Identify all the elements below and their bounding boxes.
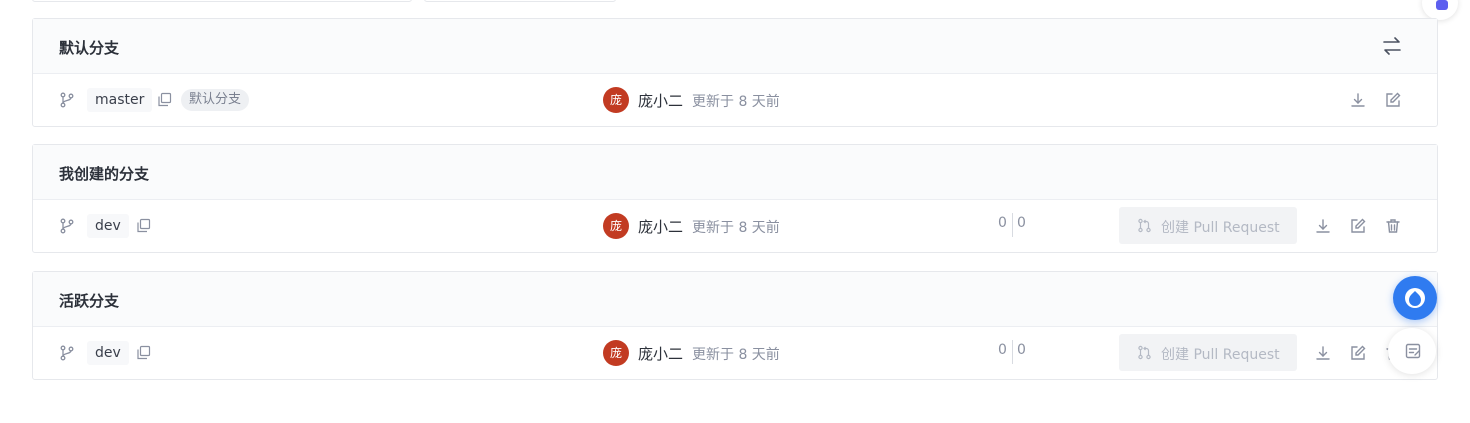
copy-icon[interactable] xyxy=(136,345,151,360)
updated-time: 更新于 8 天前 xyxy=(692,220,780,236)
copy-icon[interactable] xyxy=(157,92,172,107)
branch-row: dev 庞 庞小二 更新于 8 天前 0 0 创建 Pull Request xyxy=(33,327,1437,379)
create-pull-request-label: 创建 Pull Request xyxy=(1161,347,1280,363)
trash-icon[interactable] xyxy=(1384,217,1402,235)
branch-row: master 默认分支 庞 庞小二 更新于 8 天前 xyxy=(33,74,1437,126)
top-toolbar-field-secondary[interactable] xyxy=(424,0,616,2)
commits-behind-count: 0 xyxy=(1017,342,1026,358)
feedback-icon xyxy=(1405,343,1421,359)
divider xyxy=(1012,213,1013,237)
pull-request-icon xyxy=(1138,218,1151,233)
section-header: 我创建的分支 xyxy=(33,145,1437,200)
create-pull-request-button[interactable]: 创建 Pull Request xyxy=(1119,334,1297,371)
download-icon[interactable] xyxy=(1314,344,1332,362)
default-branch-section: 默认分支 master 默认分支 庞 庞小二 更新于 8 天前 xyxy=(32,18,1438,127)
branch-name-link[interactable]: dev xyxy=(87,214,129,238)
assistant-floating-button[interactable] xyxy=(1393,276,1437,320)
create-pull-request-button[interactable]: 创建 Pull Request xyxy=(1119,207,1297,244)
avatar: 庞 xyxy=(603,213,629,239)
section-header: 默认分支 xyxy=(33,19,1437,74)
commits-ahead-count: 0 xyxy=(998,342,1007,358)
download-icon[interactable] xyxy=(1314,217,1332,235)
branch-name-link[interactable]: master xyxy=(87,88,153,112)
git-branch-icon xyxy=(60,345,74,361)
branch-row: dev 庞 庞小二 更新于 8 天前 0 0 创建 Pull Request xyxy=(33,200,1437,252)
author-name[interactable]: 庞小二 xyxy=(638,216,683,237)
author-name[interactable]: 庞小二 xyxy=(638,90,683,111)
avatar: 庞 xyxy=(603,340,629,366)
corner-icon xyxy=(1436,0,1448,10)
section-title: 活跃分支 xyxy=(59,292,120,310)
create-pull-request-label: 创建 Pull Request xyxy=(1161,220,1280,236)
commits-behind-count: 0 xyxy=(1017,215,1026,231)
git-branch-icon xyxy=(60,218,74,234)
active-branches-section: 活跃分支 dev 庞 庞小二 更新于 8 天前 0 0 创建 Pull Requ… xyxy=(32,271,1438,380)
branch-name-link[interactable]: dev xyxy=(87,341,129,365)
edit-icon[interactable] xyxy=(1349,217,1367,235)
edit-icon[interactable] xyxy=(1349,344,1367,362)
updated-time: 更新于 8 天前 xyxy=(692,94,780,110)
updated-time: 更新于 8 天前 xyxy=(692,347,780,363)
download-icon[interactable] xyxy=(1349,91,1367,109)
top-toolbar-field[interactable] xyxy=(32,0,412,2)
pull-request-icon xyxy=(1138,345,1151,360)
feedback-floating-button[interactable] xyxy=(1388,328,1436,374)
divider xyxy=(1012,340,1013,364)
section-title: 我创建的分支 xyxy=(59,165,150,183)
git-branch-icon xyxy=(60,92,74,108)
commits-ahead-count: 0 xyxy=(998,215,1007,231)
author-name[interactable]: 庞小二 xyxy=(638,343,683,364)
switch-default-branch-icon[interactable] xyxy=(1381,35,1403,57)
copy-icon[interactable] xyxy=(136,218,151,233)
my-branches-section: 我创建的分支 dev 庞 庞小二 更新于 8 天前 0 0 创建 Pull Re… xyxy=(32,144,1438,253)
edit-icon[interactable] xyxy=(1384,91,1402,109)
assistant-icon xyxy=(1405,288,1425,308)
section-header: 活跃分支 xyxy=(33,272,1437,327)
section-title: 默认分支 xyxy=(59,39,120,57)
avatar: 庞 xyxy=(603,87,629,113)
corner-floating-button[interactable] xyxy=(1422,0,1458,20)
default-branch-badge: 默认分支 xyxy=(181,89,250,111)
